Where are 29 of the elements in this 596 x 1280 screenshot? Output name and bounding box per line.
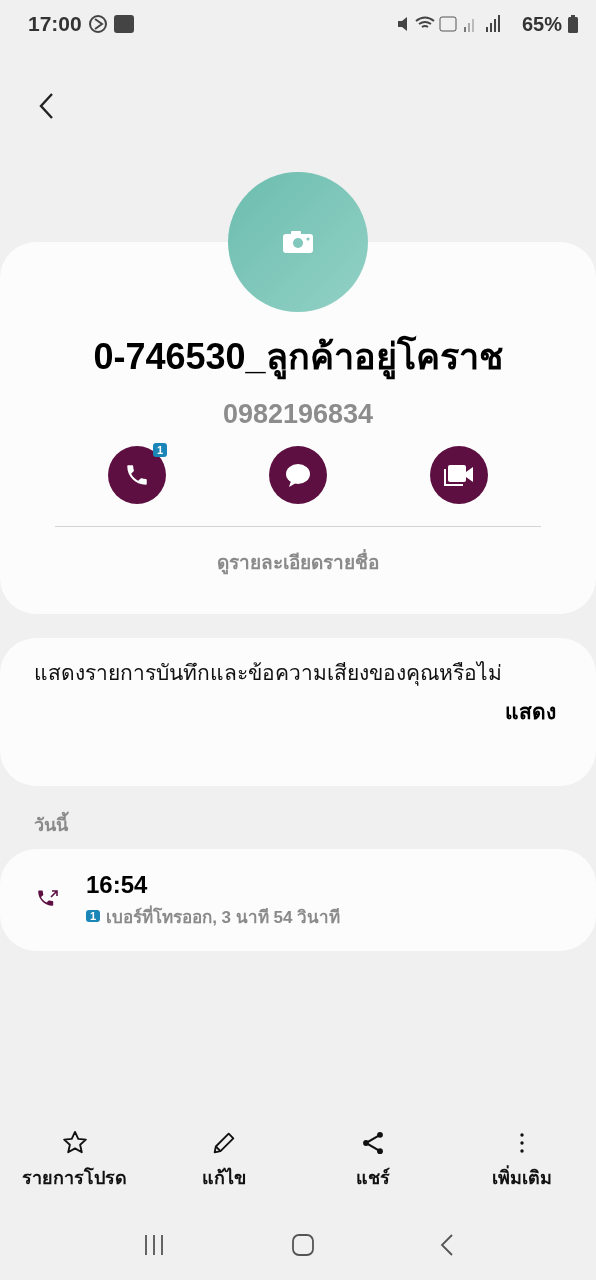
video-camera-icon (443, 463, 475, 487)
back-icon[interactable] (439, 1233, 454, 1257)
call-time: 16:54 (86, 870, 149, 899)
back-icon[interactable] (38, 92, 54, 120)
message-button[interactable] (269, 446, 327, 504)
call-log-entry[interactable]: 16:54 1 เบอร์ที่โทรออก, 3 นาที 54 วินาที (0, 849, 596, 951)
camera-icon (283, 231, 313, 253)
battery-level: 65% (521, 12, 562, 36)
phone-number: 0982196834 (222, 399, 374, 430)
home-icon[interactable] (291, 1233, 315, 1257)
status-time: 17:00 (28, 12, 82, 36)
battery-icon (568, 15, 578, 33)
section-header: วันนี้ (0, 786, 596, 849)
show-button[interactable]: แสดง (503, 693, 558, 731)
share-button[interactable]: แชร์ (317, 1129, 428, 1192)
edit-button[interactable]: แก้ไข (168, 1129, 279, 1192)
more-icon (518, 1131, 525, 1155)
video-call-button[interactable] (430, 446, 488, 504)
sim-badge: 1 (152, 443, 167, 457)
star-button[interactable]: รายการโปรด (19, 1129, 130, 1192)
contact-name: 0-746530_ลูกค้าอยู่โคราช (93, 328, 503, 385)
status-icons (87, 13, 136, 35)
chat-bubble-icon (284, 462, 312, 488)
more-button[interactable]: เพิ่มเติม (466, 1129, 577, 1192)
sim-badge: 1 (86, 910, 101, 922)
call-detail: เบอร์ที่โทรออก, 3 นาที 54 วินาที (106, 904, 341, 929)
call-button[interactable]: 1 (108, 446, 166, 504)
prompt-text: แสดงรายการบันทึกและข้อความเสียงของคุณหรือไม่ (34, 660, 503, 688)
phone-icon (124, 462, 150, 488)
